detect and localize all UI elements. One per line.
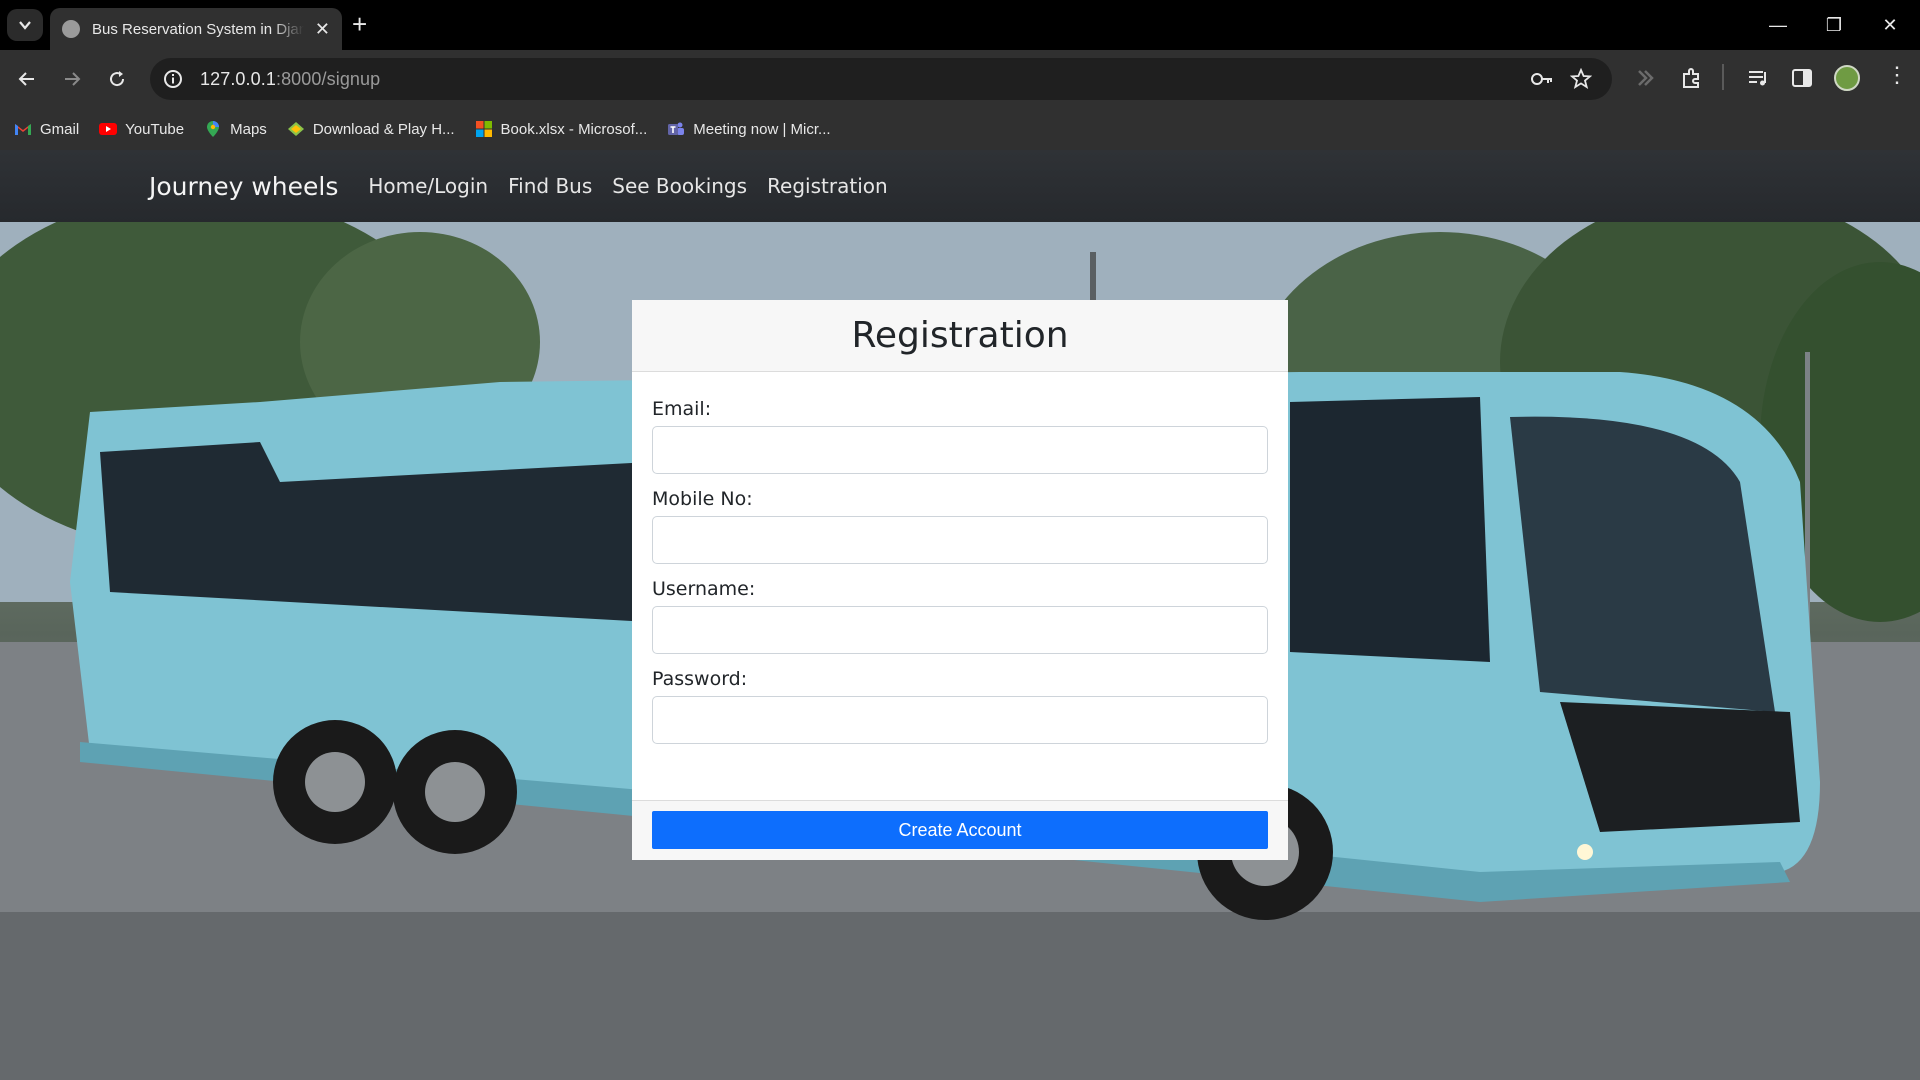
globe-icon [62, 20, 80, 38]
arrow-left-icon [18, 72, 34, 86]
site-info-icon[interactable] [162, 68, 184, 90]
bookmark-gmail[interactable]: Gmail [14, 120, 79, 138]
password-field-group: Password: [652, 668, 1268, 744]
mobile-field-group: Mobile No: [652, 488, 1268, 564]
site-navbar: Journey wheels Home/Login Find Bus See B… [0, 150, 1920, 222]
mobile-label: Mobile No: [652, 488, 753, 510]
bookmark-maps[interactable]: Maps [204, 120, 267, 138]
bookmark-teams[interactable]: Meeting now | Micr... [667, 120, 831, 138]
nav-links: Home/Login Find Bus See Bookings Registr… [368, 174, 907, 198]
game-icon [287, 122, 304, 136]
nav-find-bus[interactable]: Find Bus [508, 174, 592, 198]
profile-avatar[interactable] [1834, 65, 1860, 91]
site-brand[interactable]: Journey wheels [149, 172, 338, 201]
email-field-group: Email: [652, 398, 1268, 474]
browser-toolbar: 127.0.0.1:8000/signup ⋮ [0, 50, 1920, 108]
card-header: Registration [632, 300, 1288, 372]
registration-form: Email: Mobile No: Username: Password: [632, 372, 1288, 744]
more-menu-icon[interactable]: ⋮ [1886, 62, 1908, 88]
extension-arrows-icon[interactable] [1634, 66, 1658, 95]
bookmarks-bar: Gmail YouTube Maps Download & Play H... … [0, 108, 1920, 150]
forward-button[interactable] [55, 62, 89, 96]
teams-icon [668, 122, 685, 135]
nav-home-login[interactable]: Home/Login [368, 174, 488, 198]
puzzle-icon[interactable] [1680, 66, 1704, 95]
create-account-button[interactable]: Create Account [652, 811, 1268, 849]
nav-see-bookings[interactable]: See Bookings [612, 174, 747, 198]
tab-title: Bus Reservation System in Django [92, 20, 304, 38]
username-label: Username: [652, 578, 756, 600]
bookmark-excel[interactable]: Book.xlsx - Microsof... [475, 120, 647, 138]
bookmark-download-play[interactable]: Download & Play H... [287, 120, 455, 138]
youtube-icon [99, 123, 118, 135]
browser-tab-strip: Bus Reservation System in Django ✕ + — ❐… [0, 0, 1920, 50]
minimize-button[interactable]: — [1758, 10, 1798, 40]
address-bar[interactable]: 127.0.0.1:8000/signup [150, 58, 1612, 100]
email-input[interactable] [652, 426, 1268, 474]
maps-pin-icon [207, 121, 220, 137]
registration-title: Registration [851, 315, 1069, 356]
registration-card: Registration Email: Mobile No: Username:… [632, 300, 1288, 860]
media-control-icon[interactable] [1746, 66, 1770, 95]
side-panel-icon[interactable] [1790, 66, 1814, 95]
gmail-icon [15, 124, 31, 135]
nav-registration[interactable]: Registration [767, 174, 888, 198]
card-footer: Create Account [632, 800, 1288, 860]
toolbar-divider [1722, 64, 1724, 90]
back-button[interactable] [10, 62, 44, 96]
arrow-right-icon [65, 72, 81, 86]
star-icon[interactable] [1569, 67, 1593, 95]
web-page: Journey wheels Home/Login Find Bus See B… [0, 150, 1920, 1080]
bookmark-youtube[interactable]: YouTube [99, 120, 184, 138]
email-label: Email: [652, 398, 712, 420]
tab-search-button[interactable] [7, 9, 43, 41]
hero-background-image: Registration Email: Mobile No: Username:… [0, 222, 1920, 1080]
username-input[interactable] [652, 606, 1268, 654]
password-label: Password: [652, 668, 748, 690]
close-window-button[interactable]: ✕ [1870, 10, 1910, 40]
username-field-group: Username: [652, 578, 1268, 654]
new-tab-button[interactable]: + [352, 11, 367, 37]
mobile-input[interactable] [652, 516, 1268, 564]
browser-tab[interactable]: Bus Reservation System in Django ✕ [50, 8, 342, 50]
reload-icon [110, 71, 125, 87]
restore-button[interactable]: ❐ [1814, 10, 1854, 40]
reload-button[interactable] [100, 62, 134, 96]
close-tab-icon[interactable]: ✕ [315, 20, 330, 38]
password-input[interactable] [652, 696, 1268, 744]
key-icon[interactable] [1530, 68, 1554, 95]
url-text[interactable]: 127.0.0.1:8000/signup [200, 69, 380, 90]
microsoft-icon [475, 121, 492, 137]
chevron-down-icon [19, 21, 31, 30]
